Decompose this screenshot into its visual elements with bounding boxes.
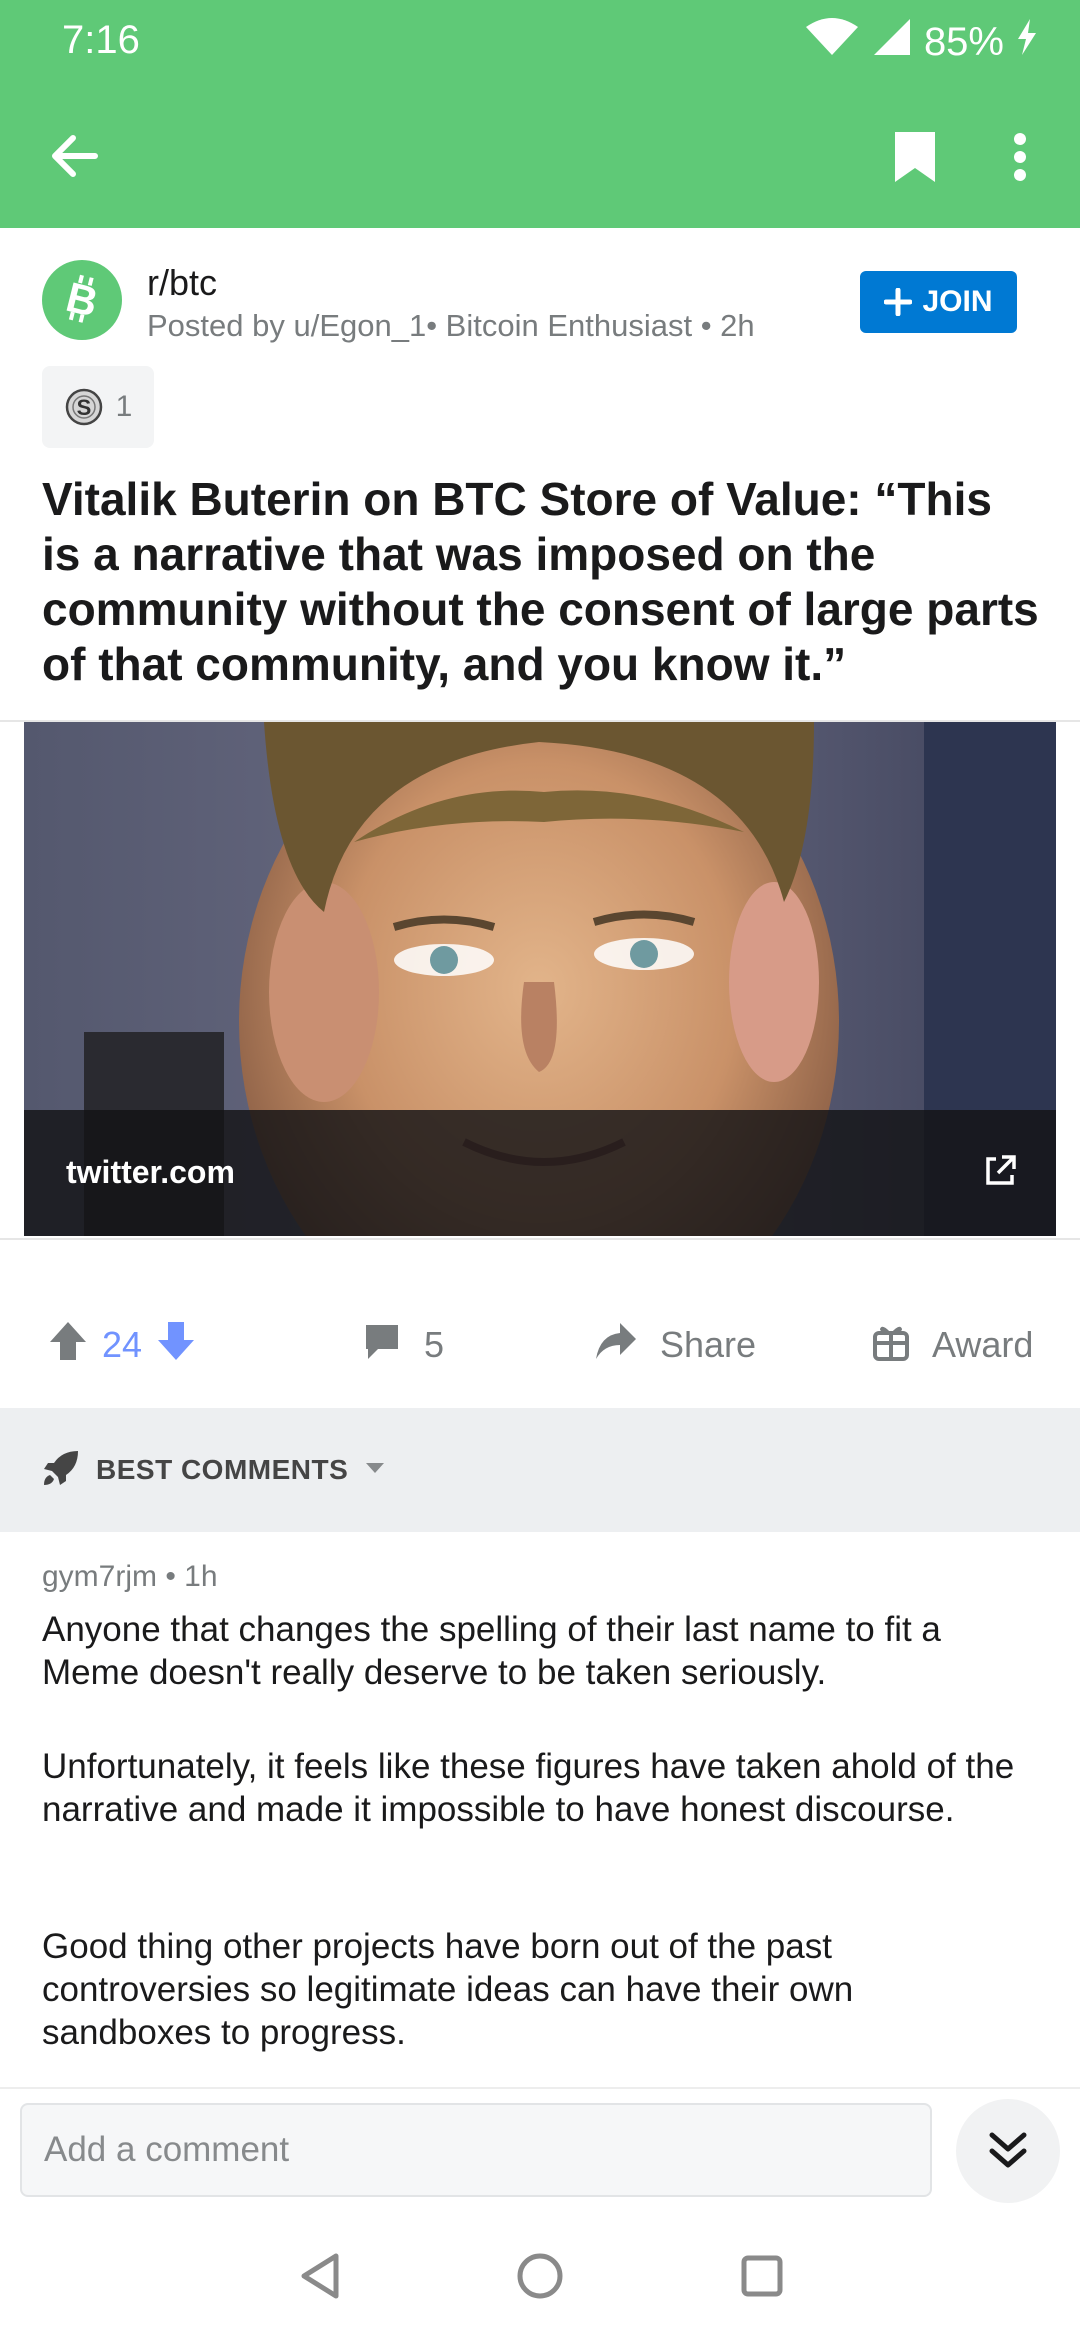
subreddit-name[interactable]: r/btc (147, 262, 217, 304)
svg-text:S: S (76, 395, 91, 420)
caret-down-icon (364, 1461, 386, 1480)
sort-label: BEST COMMENTS (96, 1454, 349, 1485)
post-meta: Posted by u/Egon_1• Bitcoin Enthusiast •… (147, 308, 755, 343)
bookmark-icon[interactable] (880, 122, 950, 192)
external-link-icon[interactable] (982, 1153, 1018, 1189)
more-vertical-icon[interactable] (990, 122, 1050, 192)
comment-icon (362, 1321, 402, 1370)
subreddit-avatar[interactable]: B (42, 260, 122, 340)
status-time: 7:16 (62, 18, 140, 62)
charging-icon (1014, 17, 1040, 67)
divider (0, 2087, 1080, 2089)
comment-paragraph: Anyone that changes the spelling of thei… (42, 1610, 941, 1692)
join-label: JOIN (922, 285, 993, 318)
comment-count: 5 (424, 1324, 445, 1365)
share-icon (594, 1321, 638, 1370)
link-domain[interactable]: twitter.com (66, 1154, 235, 1191)
chevron-double-down-icon[interactable] (956, 2099, 1060, 2203)
award-label: Award (932, 1324, 1034, 1365)
post-actions: 24 5 Share Award (0, 1300, 1080, 1390)
vote-count: 24 (102, 1324, 143, 1365)
plus-icon (884, 288, 913, 316)
award-badge[interactable]: S 1 (42, 366, 154, 448)
rocket-icon (42, 1449, 80, 1492)
share-button[interactable]: Share (594, 1300, 756, 1390)
gift-icon (872, 1321, 910, 1370)
comment-paragraph: Unfortunately, it feels like these figur… (42, 1747, 1015, 1829)
join-button[interactable]: JOIN (860, 271, 1017, 333)
vote-group: 24 (48, 1300, 196, 1390)
nav-home-icon[interactable] (510, 2246, 570, 2306)
comment-paragraph: Good thing other projects have born out … (42, 1927, 854, 2052)
comments-button[interactable]: 5 (362, 1300, 444, 1390)
comment-meta[interactable]: gym7rjm • 1h (42, 1560, 218, 1594)
upvote-icon[interactable] (48, 1320, 88, 1371)
silver-award-icon: S (65, 388, 102, 426)
app-bar: 7:16 85% (0, 0, 1080, 228)
award-count: 1 (115, 390, 133, 423)
signal-icon (870, 15, 914, 69)
bitcoin-icon: B (62, 273, 103, 326)
comment-sort-button[interactable]: BEST COMMENTS (0, 1408, 1080, 1532)
downvote-icon[interactable] (156, 1320, 196, 1371)
post-title[interactable]: Vitalik Buterin on BTC Store of Value: “… (42, 472, 1042, 692)
nav-back-icon[interactable] (290, 2246, 350, 2306)
wifi-icon (804, 17, 860, 67)
award-button[interactable]: Award (872, 1300, 1033, 1390)
battery-level: 85% (923, 19, 1004, 64)
status-icons: 85% (804, 14, 1040, 70)
nav-recents-icon[interactable] (732, 2246, 792, 2306)
add-comment-input[interactable] (20, 2103, 932, 2197)
arrow-left-icon[interactable] (40, 122, 108, 190)
system-navigation (0, 2216, 1080, 2340)
share-label: Share (660, 1324, 757, 1365)
